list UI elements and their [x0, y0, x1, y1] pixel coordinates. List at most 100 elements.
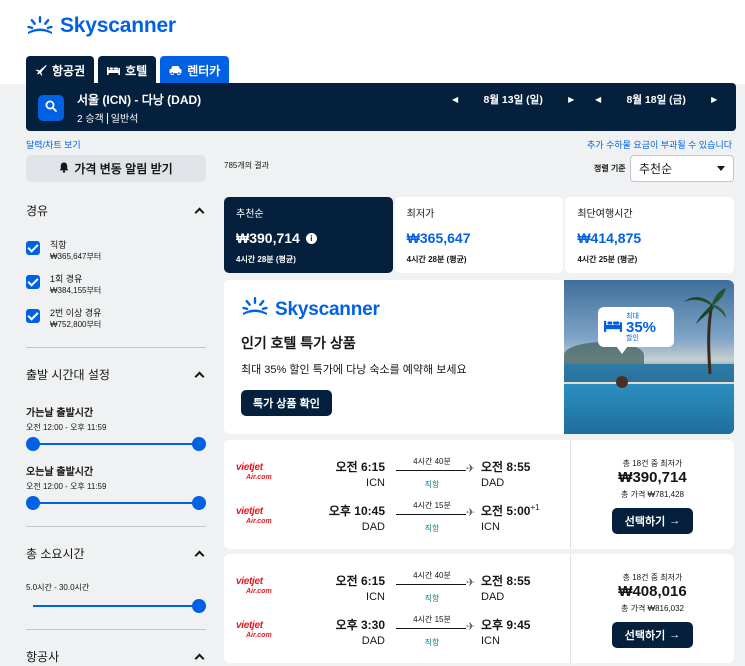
sort-tab-label: 최저가 — [406, 209, 435, 220]
outbound-time-title: 가는날 출발시간 — [26, 408, 94, 419]
duration-filter-title: 총 소요시간 — [26, 547, 85, 561]
price-alert-label: 가격 변동 알림 받기 — [74, 162, 173, 176]
times-filter-header[interactable]: 출발 시간대 설정 — [26, 366, 206, 383]
stops-option-direct[interactable]: 직항 ₩365,647부터 — [26, 239, 206, 263]
select-button[interactable]: 선택하기 → — [612, 622, 693, 648]
tab-hotels[interactable]: 호텔 — [98, 56, 157, 84]
next-date-arrow-icon[interactable]: ▶ — [711, 95, 717, 104]
sort-select[interactable]: 추천순 — [630, 155, 734, 182]
airline-logo-text: vietjet — [236, 576, 263, 587]
deals-count: 총 18건 중 최저가 — [622, 459, 683, 468]
option-price: ₩384,155부터 — [50, 286, 102, 295]
tab-label: 호텔 — [125, 63, 148, 78]
outbound-time-slider[interactable] — [26, 437, 206, 451]
calendar-link[interactable]: 달력/차트 보기 — [26, 138, 81, 151]
hotel-deals-ad[interactable]: Skyscanner 인기 호텔 특가 상품 최대 35% 할인 특가에 다낭 … — [224, 280, 734, 434]
flight-duration: 4시간 40분 — [413, 571, 451, 580]
ad-deals-button[interactable]: 특가 상품 확인 — [241, 390, 332, 416]
info-icon[interactable]: i — [305, 232, 317, 244]
airlines-filter-header[interactable]: 항공사 — [26, 648, 206, 665]
sort-tab-price: ₩414,875 — [577, 230, 642, 246]
sort-tab-fastest[interactable]: 최단여행시간 ₩414,875 4시간 25분 (평균) — [565, 197, 735, 273]
arrival-time-value: 오전 8:55 — [481, 460, 531, 474]
baggage-fees-link[interactable]: 추가 수하물 요금이 부과될 수 있습니다 — [587, 138, 732, 151]
checkbox[interactable] — [26, 309, 40, 323]
return-time-slider[interactable] — [26, 496, 206, 510]
sunburst-icon — [241, 297, 269, 322]
flight-result-card[interactable]: vietjet Air.com 오전 6:15 ICN 4시간 40분 ✈ 직항… — [224, 554, 734, 663]
price: ₩390,714 — [618, 469, 687, 486]
top-header: Skyscanner 항공권 호텔 렌터카 — [0, 0, 745, 84]
sort-tab-label: 추천순 — [236, 209, 264, 220]
badge-text: 최대 35% 할인 — [626, 313, 656, 342]
vietjet-logo: vietjet Air.com — [236, 577, 282, 599]
slider-handle-max[interactable] — [192, 599, 206, 613]
cabin-class: 일반석 — [110, 114, 139, 125]
divider — [26, 629, 206, 630]
checkbox[interactable] — [26, 275, 40, 289]
total-price: 총 가격 ₩816,032 — [621, 604, 684, 613]
duration-range: 5.0시간 - 30.0시간 — [26, 583, 90, 592]
arrival-time: 오전 8:55 — [481, 458, 530, 475]
slider-track — [33, 502, 199, 504]
price: ₩408,016 — [618, 583, 687, 600]
route-text[interactable]: 서울 (ICN) - 다낭 (DAD) — [77, 91, 201, 108]
departure-airport: ICN — [366, 591, 385, 603]
stops-option-two-plus[interactable]: 2번 이상 경유 ₩752,800부터 — [26, 307, 206, 331]
logo-text: Skyscanner — [60, 14, 176, 37]
depart-date[interactable]: 8월 13일 (일) — [458, 92, 568, 107]
route-line — [396, 514, 466, 515]
ad-skyscanner-logo: Skyscanner — [241, 297, 380, 322]
results-count: 785개의 결과 — [224, 161, 270, 170]
sort-tab-label: 최단여행시간 — [577, 209, 633, 220]
slider-handle-max[interactable] — [192, 496, 206, 510]
price-panel: 총 18건 중 최저가 ₩390,714 총 가격 ₩781,428 선택하기 … — [571, 440, 734, 549]
stops-filter-header[interactable]: 경유 — [26, 202, 206, 219]
flight-result-card[interactable]: vietjet Air.com 오전 6:15 ICN 4시간 40분 ✈ 직항… — [224, 440, 734, 549]
slider-handle-min[interactable] — [26, 437, 40, 451]
select-button[interactable]: 선택하기 → — [612, 508, 693, 534]
stops-label: 직항 — [424, 480, 440, 489]
return-date[interactable]: 8월 18일 (금) — [601, 92, 711, 107]
checkbox[interactable] — [26, 241, 40, 255]
plane-icon — [35, 64, 47, 76]
arrival-airport: ICN — [481, 521, 500, 533]
plane-icon: ✈ — [466, 577, 476, 589]
sunburst-icon — [26, 16, 54, 36]
sort-tab-price: ₩390,714 — [236, 230, 300, 246]
image-person — [616, 376, 628, 388]
image-pool — [564, 384, 734, 434]
arrival-time: 오전 5:00+1 — [481, 502, 540, 519]
next-date-arrow-icon[interactable]: ▶ — [568, 95, 574, 104]
sort-tab-best[interactable]: 추천순 ₩390,714 i 4시간 28분 (평균) — [224, 197, 393, 273]
airline-logo-text: vietjet — [236, 462, 263, 473]
arrival-airport: DAD — [481, 591, 505, 603]
skyscanner-logo[interactable]: Skyscanner — [26, 14, 176, 38]
duration-slider[interactable] — [26, 599, 206, 613]
route-line — [396, 628, 466, 629]
arrival-time: 오전 8:55 — [481, 572, 530, 589]
stops-option-one-stop[interactable]: 1회 경유 ₩384,155부터 — [26, 273, 206, 297]
tab-flights[interactable]: 항공권 — [26, 56, 95, 84]
tab-car-hire[interactable]: 렌터카 — [160, 56, 230, 84]
arrival-airport: DAD — [481, 477, 505, 489]
duration-filter-header[interactable]: 총 소요시간 — [26, 545, 206, 562]
search-button[interactable] — [38, 95, 64, 121]
tab-label: 렌터카 — [187, 63, 221, 78]
slider-handle-min[interactable] — [26, 496, 40, 510]
slider-track — [33, 443, 199, 445]
slider-handle-max[interactable] — [192, 437, 206, 451]
travelers-text[interactable]: 2 승객 일반석 — [77, 110, 138, 125]
search-summary-bar[interactable]: 서울 (ICN) - 다낭 (DAD) 2 승객 일반석 ◀ 8월 13일 (일)… — [26, 83, 736, 131]
stops-label: 직항 — [424, 594, 440, 603]
price-alert-button[interactable]: 가격 변동 알림 받기 — [26, 155, 206, 182]
sort-tab-cheapest[interactable]: 최저가 ₩365,647 4시간 28분 (평균) — [394, 197, 564, 273]
select-button-label: 선택하기 — [624, 516, 666, 528]
sort-tab-duration: 4시간 28분 (평균) — [406, 255, 467, 264]
badge-bottom: 할인 — [626, 334, 639, 342]
ad-pool-image: 최대 35% 할인 — [564, 280, 734, 434]
route-line — [396, 584, 466, 585]
sort-tab-duration: 4시간 25분 (평균) — [577, 255, 638, 264]
flight-duration: 4시간 15분 — [413, 501, 451, 510]
deals-count: 총 18건 중 최저가 — [622, 573, 683, 582]
